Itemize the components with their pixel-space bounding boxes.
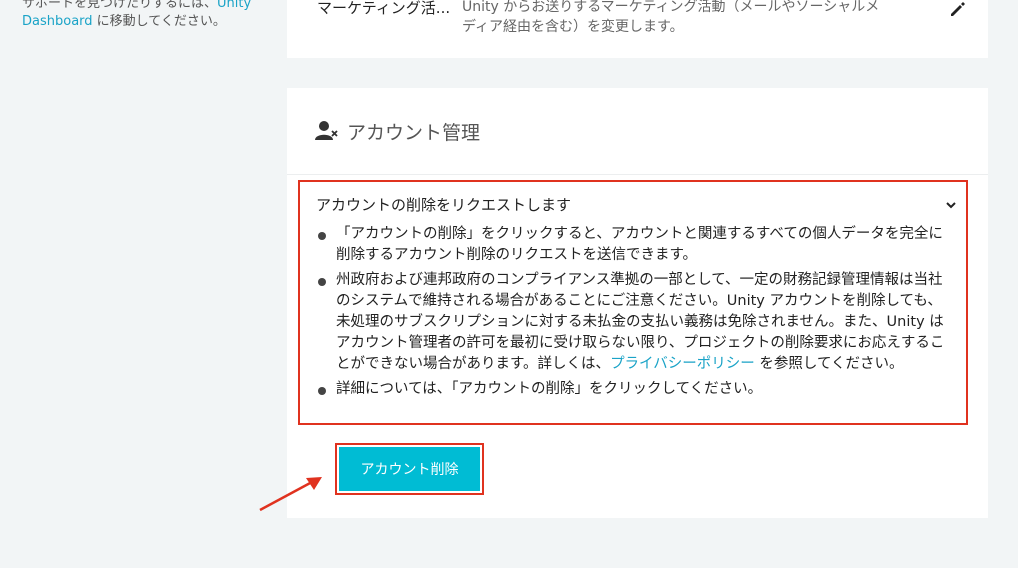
delete-account-button[interactable]: アカウント削除 [339,447,480,491]
dashboard-link[interactable]: Dashboard [22,14,93,29]
arrow-annotation-icon [259,477,322,512]
marketing-card: マーケティング活... Unity からお送りするマーケティング活動（メールやソ… [287,0,988,58]
list-item: 「アカウントの削除」をクリックすると、アカウントと関連するすべての個人データを完… [314,224,954,266]
marketing-description: Unity からお送りするマーケティング活動（メールやソーシャルメディア経由を含… [462,0,880,35]
list-item: 州政府および連邦政府のコンプライアンス準拠の一部として、一定の財務記録管理情報は… [314,270,954,375]
marketing-label: マーケティング活... [317,0,451,17]
sidebar-text-line2: に移動してください。 [92,14,226,29]
section-title: アカウント管理 [347,121,481,144]
user-remove-icon [315,121,338,140]
privacy-policy-link[interactable]: プライバシーポリシー [610,356,755,372]
bullet-dot [318,232,326,240]
list-item: 詳細については、「アカウントの削除」をクリックしてください。 [314,379,954,400]
delete-request-accordion: アカウントの削除をリクエストします 「アカウントの削除」をクリックすると、アカウ… [298,180,968,425]
chevron-down-icon[interactable] [944,198,958,212]
accordion-title[interactable]: アカウントの削除をリクエストします [316,194,571,215]
delete-button-highlight: アカウント削除 [335,443,484,495]
bullet-dot [318,387,326,395]
bullet-text-2-suffix: を参照してください。 [754,356,904,372]
info-list: 「アカウントの削除」をクリックすると、アカウントと関連するすべての個人データを完… [314,224,954,404]
bullet-text-1: 「アカウントの削除」をクリックすると、アカウントと関連するすべての個人データを完… [336,226,943,263]
pencil-icon[interactable] [948,0,966,18]
section-header: アカウント管理 [315,118,480,144]
bullet-text-3: 詳細については、「アカウントの削除」をクリックしてください。 [336,381,763,397]
bullet-dot [318,278,326,286]
sidebar-text-line1: サポートを見つけたりするには、 [22,0,218,11]
sidebar-help-text: サポートを見つけたりするには、Unity Dashboard に移動してください… [22,0,272,31]
unity-link[interactable]: Unity [217,0,251,11]
divider [287,174,988,175]
